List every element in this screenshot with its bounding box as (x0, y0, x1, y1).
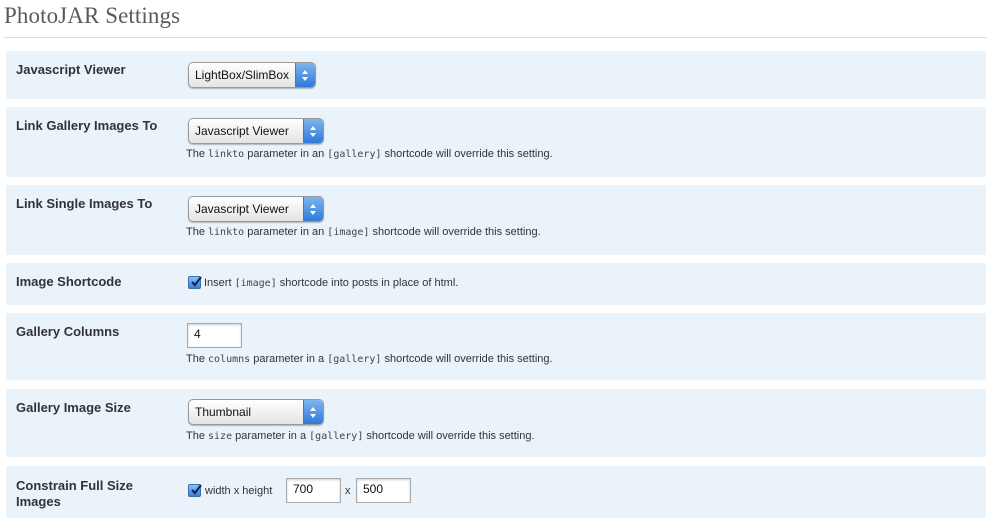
constrain-width-input[interactable]: 700 (286, 478, 341, 503)
updown-arrows-icon (303, 197, 323, 221)
javascript-viewer-select[interactable]: LightBox/SlimBox (188, 62, 316, 88)
link-single-select[interactable]: Javascript Viewer (188, 196, 324, 222)
image-shortcode-label: Insert [image] shortcode into posts in p… (204, 277, 459, 289)
setting-label: Gallery Columns (16, 324, 120, 339)
width-height-label: width x height (205, 485, 273, 497)
updown-arrows-icon (303, 400, 323, 424)
setting-row-constrain-full-size: Constrain Full Size Images width x heigh… (6, 466, 986, 518)
setting-description: The size parameter in a [gallery] shortc… (186, 430, 535, 442)
setting-label: Link Single Images To (16, 196, 153, 211)
setting-description: The columns parameter in a [gallery] sho… (186, 353, 553, 365)
setting-label: Image Shortcode (16, 274, 122, 289)
select-value: Javascript Viewer (195, 124, 289, 138)
setting-label: Constrain Full Size Images (16, 478, 134, 509)
gallery-columns-input[interactable]: 4 (187, 323, 242, 348)
setting-label: Gallery Image Size (16, 400, 131, 415)
setting-row-link-gallery: Link Gallery Images To Javascript Viewer… (6, 107, 986, 177)
dimension-separator: x (345, 485, 351, 497)
link-gallery-select[interactable]: Javascript Viewer (188, 118, 324, 144)
constrain-height-input[interactable]: 500 (356, 478, 411, 503)
select-value: Thumbnail (195, 405, 252, 419)
checkmark-icon (191, 484, 202, 495)
select-value: LightBox/SlimBox (195, 68, 290, 82)
setting-label: Javascript Viewer (16, 62, 126, 77)
setting-description: The linkto parameter in an [gallery] sho… (186, 148, 553, 160)
setting-label: Link Gallery Images To (16, 118, 158, 133)
page-title: PhotoJAR Settings (4, 3, 181, 28)
setting-description: The linkto parameter in an [image] short… (186, 226, 541, 238)
setting-row-image-shortcode: Image Shortcode Insert [image] shortcode… (6, 263, 986, 305)
updown-arrows-icon (295, 63, 315, 87)
select-value: Javascript Viewer (195, 202, 289, 216)
title-divider (4, 37, 987, 38)
gallery-image-size-select[interactable]: Thumbnail (188, 399, 324, 425)
constrain-full-size-checkbox[interactable] (188, 484, 202, 497)
checkmark-icon (191, 276, 202, 287)
setting-row-javascript-viewer: Javascript Viewer LightBox/SlimBox (6, 51, 986, 99)
updown-arrows-icon (303, 119, 323, 143)
setting-row-link-single: Link Single Images To Javascript Viewer … (6, 185, 986, 255)
image-shortcode-checkbox[interactable] (188, 276, 202, 289)
setting-row-gallery-columns: Gallery Columns 4 The columns parameter … (6, 313, 986, 380)
setting-row-gallery-image-size: Gallery Image Size Thumbnail The size pa… (6, 389, 986, 457)
